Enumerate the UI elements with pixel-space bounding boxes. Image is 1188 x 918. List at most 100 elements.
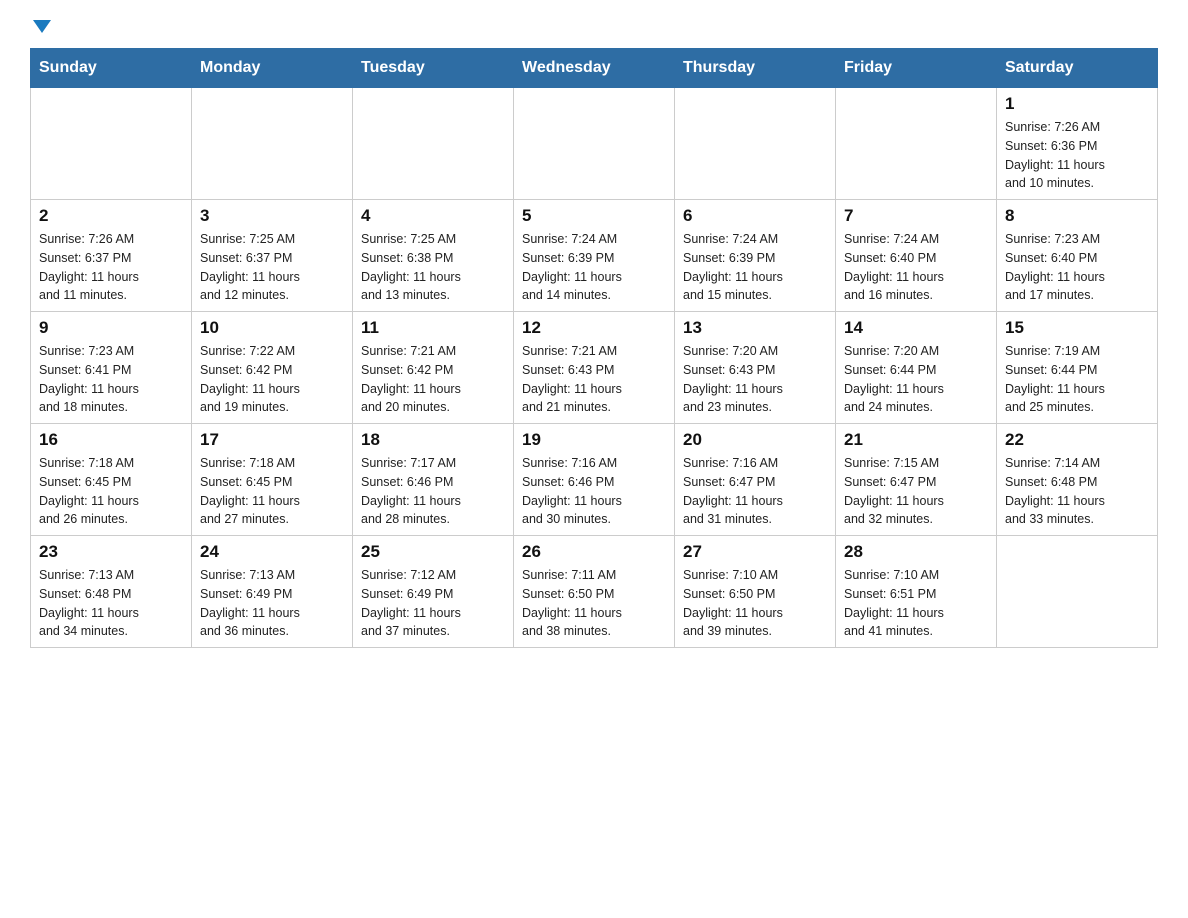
day-info: Sunrise: 7:26 AM Sunset: 6:37 PM Dayligh… <box>39 230 183 305</box>
calendar-cell: 5 Sunrise: 7:24 AM Sunset: 6:39 PM Daylig… <box>514 200 675 312</box>
calendar-cell: 21 Sunrise: 7:15 AM Sunset: 6:47 PM Dayli… <box>836 424 997 536</box>
calendar-week-row: 9 Sunrise: 7:23 AM Sunset: 6:41 PM Daylig… <box>31 312 1158 424</box>
calendar-week-row: 16 Sunrise: 7:18 AM Sunset: 6:45 PM Dayli… <box>31 424 1158 536</box>
calendar-cell: 15 Sunrise: 7:19 AM Sunset: 6:44 PM Dayli… <box>997 312 1158 424</box>
calendar-cell <box>675 88 836 200</box>
calendar-cell: 19 Sunrise: 7:16 AM Sunset: 6:46 PM Dayli… <box>514 424 675 536</box>
calendar-week-row: 1 Sunrise: 7:26 AM Sunset: 6:36 PM Daylig… <box>31 88 1158 200</box>
day-number: 19 <box>522 430 666 450</box>
day-number: 22 <box>1005 430 1149 450</box>
calendar-cell: 14Sunrise: 7:20 AM Sunset: 6:44 PM Dayli… <box>836 312 997 424</box>
day-info: Sunrise: 7:10 AM Sunset: 6:50 PM Dayligh… <box>683 566 827 641</box>
calendar-cell: 28Sunrise: 7:10 AM Sunset: 6:51 PM Dayli… <box>836 536 997 648</box>
day-number: 4 <box>361 206 505 226</box>
day-info: Sunrise: 7:17 AM Sunset: 6:46 PM Dayligh… <box>361 454 505 529</box>
day-info: Sunrise: 7:13 AM Sunset: 6:48 PM Dayligh… <box>39 566 183 641</box>
calendar-week-row: 23 Sunrise: 7:13 AM Sunset: 6:48 PM Dayli… <box>31 536 1158 648</box>
calendar-cell: 3 Sunrise: 7:25 AM Sunset: 6:37 PM Daylig… <box>192 200 353 312</box>
weekday-header-tuesday: Tuesday <box>353 49 514 88</box>
day-info: Sunrise: 7:20 AM Sunset: 6:43 PM Dayligh… <box>683 342 827 417</box>
weekday-header-wednesday: Wednesday <box>514 49 675 88</box>
weekday-header-sunday: Sunday <box>31 49 192 88</box>
calendar-cell: 13 Sunrise: 7:20 AM Sunset: 6:43 PM Dayli… <box>675 312 836 424</box>
calendar-cell: 7 Sunrise: 7:24 AM Sunset: 6:40 PM Daylig… <box>836 200 997 312</box>
calendar-cell: 22 Sunrise: 7:14 AM Sunset: 6:48 PM Dayli… <box>997 424 1158 536</box>
calendar-cell: 23 Sunrise: 7:13 AM Sunset: 6:48 PM Dayli… <box>31 536 192 648</box>
day-number: 2 <box>39 206 183 226</box>
day-info: Sunrise: 7:25 AM Sunset: 6:37 PM Dayligh… <box>200 230 344 305</box>
day-info: Sunrise: 7:23 AM Sunset: 6:40 PM Dayligh… <box>1005 230 1149 305</box>
day-number: 23 <box>39 542 183 562</box>
day-info: Sunrise: 7:11 AM Sunset: 6:50 PM Dayligh… <box>522 566 666 641</box>
day-number: 7 <box>844 206 988 226</box>
day-number: 20 <box>683 430 827 450</box>
calendar-cell: 6 Sunrise: 7:24 AM Sunset: 6:39 PM Daylig… <box>675 200 836 312</box>
day-info: Sunrise: 7:16 AM Sunset: 6:46 PM Dayligh… <box>522 454 666 529</box>
day-number: 26 <box>522 542 666 562</box>
day-info: Sunrise: 7:18 AM Sunset: 6:45 PM Dayligh… <box>39 454 183 529</box>
day-info: Sunrise: 7:14 AM Sunset: 6:48 PM Dayligh… <box>1005 454 1149 529</box>
calendar-cell: 18 Sunrise: 7:17 AM Sunset: 6:46 PM Dayli… <box>353 424 514 536</box>
calendar: SundayMondayTuesdayWednesdayThursdayFrid… <box>30 48 1158 648</box>
day-number: 10 <box>200 318 344 338</box>
calendar-cell: 11Sunrise: 7:21 AM Sunset: 6:42 PM Dayli… <box>353 312 514 424</box>
calendar-cell: 8 Sunrise: 7:23 AM Sunset: 6:40 PM Daylig… <box>997 200 1158 312</box>
day-number: 25 <box>361 542 505 562</box>
day-info: Sunrise: 7:13 AM Sunset: 6:49 PM Dayligh… <box>200 566 344 641</box>
day-number: 17 <box>200 430 344 450</box>
day-number: 13 <box>683 318 827 338</box>
day-number: 27 <box>683 542 827 562</box>
day-number: 28 <box>844 542 988 562</box>
calendar-cell <box>997 536 1158 648</box>
weekday-header-thursday: Thursday <box>675 49 836 88</box>
calendar-cell: 4 Sunrise: 7:25 AM Sunset: 6:38 PM Daylig… <box>353 200 514 312</box>
calendar-cell: 25 Sunrise: 7:12 AM Sunset: 6:49 PM Dayli… <box>353 536 514 648</box>
weekday-header-friday: Friday <box>836 49 997 88</box>
calendar-cell: 1 Sunrise: 7:26 AM Sunset: 6:36 PM Daylig… <box>997 88 1158 200</box>
calendar-cell: 2 Sunrise: 7:26 AM Sunset: 6:37 PM Daylig… <box>31 200 192 312</box>
day-number: 8 <box>1005 206 1149 226</box>
day-number: 5 <box>522 206 666 226</box>
day-number: 16 <box>39 430 183 450</box>
calendar-week-row: 2 Sunrise: 7:26 AM Sunset: 6:37 PM Daylig… <box>31 200 1158 312</box>
calendar-cell: 10 Sunrise: 7:22 AM Sunset: 6:42 PM Dayli… <box>192 312 353 424</box>
calendar-cell: 9 Sunrise: 7:23 AM Sunset: 6:41 PM Daylig… <box>31 312 192 424</box>
day-info: Sunrise: 7:23 AM Sunset: 6:41 PM Dayligh… <box>39 342 183 417</box>
day-info: Sunrise: 7:21 AM Sunset: 6:43 PM Dayligh… <box>522 342 666 417</box>
calendar-cell <box>353 88 514 200</box>
day-info: Sunrise: 7:25 AM Sunset: 6:38 PM Dayligh… <box>361 230 505 305</box>
day-number: 9 <box>39 318 183 338</box>
day-number: 15 <box>1005 318 1149 338</box>
day-number: 6 <box>683 206 827 226</box>
calendar-cell: 27 Sunrise: 7:10 AM Sunset: 6:50 PM Dayli… <box>675 536 836 648</box>
day-info: Sunrise: 7:21 AM Sunset: 6:42 PM Dayligh… <box>361 342 505 417</box>
calendar-cell <box>836 88 997 200</box>
day-number: 3 <box>200 206 344 226</box>
day-info: Sunrise: 7:12 AM Sunset: 6:49 PM Dayligh… <box>361 566 505 641</box>
day-number: 14 <box>844 318 988 338</box>
day-info: Sunrise: 7:24 AM Sunset: 6:40 PM Dayligh… <box>844 230 988 305</box>
day-info: Sunrise: 7:16 AM Sunset: 6:47 PM Dayligh… <box>683 454 827 529</box>
day-info: Sunrise: 7:22 AM Sunset: 6:42 PM Dayligh… <box>200 342 344 417</box>
day-number: 21 <box>844 430 988 450</box>
day-info: Sunrise: 7:15 AM Sunset: 6:47 PM Dayligh… <box>844 454 988 529</box>
day-info: Sunrise: 7:18 AM Sunset: 6:45 PM Dayligh… <box>200 454 344 529</box>
day-info: Sunrise: 7:24 AM Sunset: 6:39 PM Dayligh… <box>683 230 827 305</box>
calendar-cell: 20 Sunrise: 7:16 AM Sunset: 6:47 PM Dayli… <box>675 424 836 536</box>
day-info: Sunrise: 7:26 AM Sunset: 6:36 PM Dayligh… <box>1005 118 1149 193</box>
logo-general <box>30 20 51 38</box>
page-header <box>30 20 1158 38</box>
calendar-cell <box>514 88 675 200</box>
calendar-cell: 12 Sunrise: 7:21 AM Sunset: 6:43 PM Dayli… <box>514 312 675 424</box>
day-number: 18 <box>361 430 505 450</box>
day-number: 12 <box>522 318 666 338</box>
day-number: 1 <box>1005 94 1149 114</box>
day-info: Sunrise: 7:24 AM Sunset: 6:39 PM Dayligh… <box>522 230 666 305</box>
calendar-cell <box>192 88 353 200</box>
weekday-header-row: SundayMondayTuesdayWednesdayThursdayFrid… <box>31 49 1158 88</box>
day-info: Sunrise: 7:19 AM Sunset: 6:44 PM Dayligh… <box>1005 342 1149 417</box>
calendar-cell: 24Sunrise: 7:13 AM Sunset: 6:49 PM Dayli… <box>192 536 353 648</box>
logo-arrow-icon <box>33 20 51 33</box>
calendar-cell: 26 Sunrise: 7:11 AM Sunset: 6:50 PM Dayli… <box>514 536 675 648</box>
logo <box>30 20 51 38</box>
